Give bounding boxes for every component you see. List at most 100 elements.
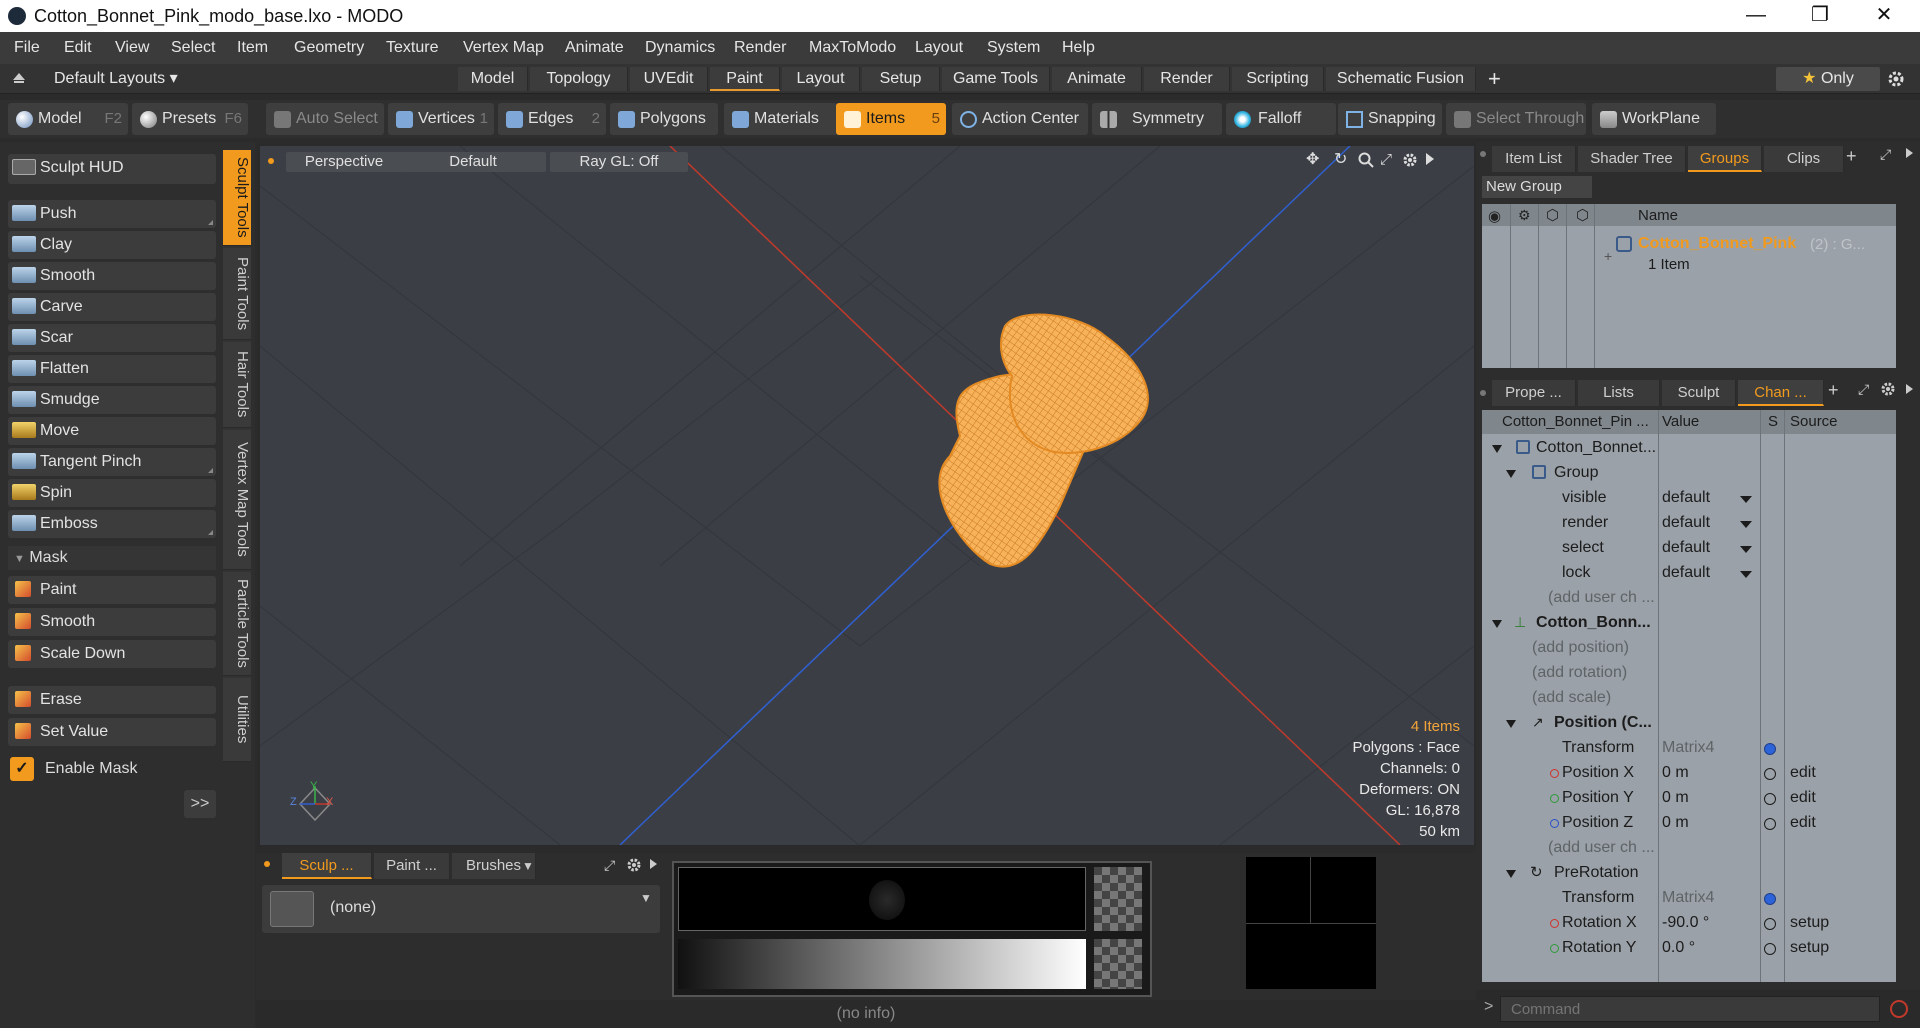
mask-tool-erase[interactable]: Erase	[8, 686, 216, 714]
tab-vertex-map-tools[interactable]: Vertex Map Tools	[223, 430, 251, 570]
channel-value[interactable]: 0 m	[1662, 789, 1689, 807]
materials-button[interactable]: Materials	[724, 103, 838, 135]
mask-section-header[interactable]: ▼ Mask	[8, 546, 216, 570]
tab-uvedit[interactable]: UVEdit	[630, 67, 708, 91]
group-row[interactable]: + Cotton_Bonnet_Pink (2) : G... 1 Item	[1598, 234, 1888, 278]
channel-row-position-z[interactable]: Position Z 0 m edit	[1484, 811, 1894, 836]
select-icon[interactable]: ⬡	[1576, 206, 1589, 224]
model-button[interactable]: Model F2	[8, 103, 128, 135]
tool-smudge[interactable]: Smudge	[8, 386, 216, 414]
channel-row-item[interactable]: Cotton_Bonnet...	[1484, 436, 1894, 461]
menu-dynamics[interactable]: Dynamics	[645, 39, 715, 57]
menu-layout[interactable]: Layout	[915, 39, 963, 57]
channel-row-add-user[interactable]: (add user ch ...	[1484, 586, 1894, 611]
tab-game-tools[interactable]: Game Tools	[942, 67, 1050, 91]
menu-render[interactable]: Render	[734, 39, 786, 57]
mask-tool-set-value[interactable]: Set Value	[8, 718, 216, 746]
channel-row-rotation-y[interactable]: Rotation Y 0.0 ° setup	[1484, 936, 1894, 961]
brush-preset-selector[interactable]: (none) ▼	[262, 885, 660, 933]
tab-hair-tools[interactable]: Hair Tools	[223, 342, 251, 428]
tab-paint-tools[interactable]: Paint Tools	[223, 248, 251, 340]
maximize-button[interactable]: ❐	[1790, 0, 1850, 32]
dropdown-arrow-icon[interactable]	[1740, 496, 1752, 503]
menu-file[interactable]: File	[14, 39, 40, 57]
tab-layout[interactable]: Layout	[782, 67, 860, 91]
tab-setup[interactable]: Setup	[862, 67, 940, 91]
channel-row-transform[interactable]: Transform Matrix4	[1484, 736, 1894, 761]
eye-icon[interactable]: ◉	[1488, 207, 1501, 225]
tab-clips[interactable]: Clips	[1764, 146, 1844, 172]
play-arrow-icon[interactable]	[1426, 153, 1434, 165]
channel-row-position-y[interactable]: Position Y 0 m edit	[1484, 786, 1894, 811]
tab-channels[interactable]: Chan ...	[1738, 380, 1824, 406]
menu-edit[interactable]: Edit	[64, 39, 92, 57]
menu-maxtomodo[interactable]: MaxToModo	[809, 39, 896, 57]
snapping-button[interactable]: Snapping	[1338, 103, 1442, 135]
tool-carve[interactable]: Carve	[8, 293, 216, 321]
channel-row-position-x[interactable]: Position X 0 m edit	[1484, 761, 1894, 786]
menu-texture[interactable]: Texture	[386, 39, 438, 57]
channel-value[interactable]: 0 m	[1662, 814, 1689, 832]
channel-value[interactable]: default	[1662, 564, 1710, 582]
channel-row-render[interactable]: render default	[1484, 511, 1894, 536]
panel-menu-arrow-icon[interactable]	[1906, 148, 1913, 158]
record-icon[interactable]	[1890, 1000, 1908, 1018]
tab-render[interactable]: Render	[1144, 67, 1230, 91]
mask-tool-smooth[interactable]: Smooth	[8, 608, 216, 636]
tab-dropdown-icon[interactable]: ▼	[522, 859, 534, 873]
add-panel-tab-icon[interactable]: +	[1828, 380, 1839, 401]
channel-value[interactable]: 0 m	[1662, 764, 1689, 782]
channel-row-add-user-2[interactable]: (add user ch ...	[1484, 836, 1894, 861]
edges-button[interactable]: Edges 2	[498, 103, 606, 135]
mask-tool-scale-down[interactable]: Scale Down	[8, 640, 216, 668]
new-group-button[interactable]: New Group	[1482, 176, 1592, 198]
tab-shader-tree[interactable]: Shader Tree	[1578, 146, 1686, 172]
tool-tangent-pinch[interactable]: Tangent Pinch	[8, 448, 216, 476]
menu-help[interactable]: Help	[1062, 39, 1095, 57]
menu-system[interactable]: System	[987, 39, 1040, 57]
link-gear-icon[interactable]	[1764, 743, 1776, 755]
channel-row-locator[interactable]: ⊥ Cotton_Bonn...	[1484, 611, 1894, 636]
channel-row-lock[interactable]: lock default	[1484, 561, 1894, 586]
link-gear-icon[interactable]	[1764, 893, 1776, 905]
state-circle-icon[interactable]	[1764, 768, 1776, 780]
mask-tool-paint[interactable]: Paint	[8, 576, 216, 604]
viewport-settings-gear-icon[interactable]	[1402, 152, 1418, 168]
alpha-checker-thumb-2[interactable]	[1094, 939, 1142, 989]
collapse-icon[interactable]	[12, 71, 26, 85]
channel-value[interactable]: default	[1662, 489, 1710, 507]
menu-vertex-map[interactable]: Vertex Map	[463, 39, 544, 57]
dropdown-arrow-icon[interactable]	[1740, 521, 1752, 528]
auto-select-button[interactable]: Auto Select	[266, 103, 384, 135]
panel-menu-arrow-icon[interactable]	[650, 859, 657, 869]
panel-expand-icon[interactable]: ⤢	[1880, 146, 1891, 163]
minimize-button[interactable]: —	[1726, 0, 1786, 32]
tool-push[interactable]: Push	[8, 200, 216, 228]
menu-item[interactable]: Item	[237, 39, 268, 57]
tab-schematic-fusion[interactable]: Schematic Fusion	[1326, 67, 1476, 91]
tab-model[interactable]: Model	[458, 67, 528, 91]
tab-scripting[interactable]: Scripting	[1232, 67, 1324, 91]
state-circle-icon[interactable]	[1764, 793, 1776, 805]
channel-row-prerotation[interactable]: ↻ PreRotation	[1484, 861, 1894, 886]
tool-clay[interactable]: Clay	[8, 231, 216, 259]
channel-row-add-rotation[interactable]: (add rotation)	[1484, 661, 1894, 686]
action-center-button[interactable]: Action Center	[952, 103, 1088, 135]
gear-icon[interactable]	[1886, 69, 1906, 89]
alpha-checker-thumb[interactable]	[1094, 867, 1142, 931]
items-button[interactable]: Items 5	[836, 103, 946, 135]
panel-gear-icon[interactable]	[1880, 381, 1896, 397]
tool-scar[interactable]: Scar	[8, 324, 216, 352]
channel-value[interactable]: default	[1662, 514, 1710, 532]
channel-row-position[interactable]: ↗ Position (C...	[1484, 711, 1894, 736]
tab-paint-brush[interactable]: Paint ...	[374, 853, 450, 879]
maximize-view-icon[interactable]: ⤢	[1380, 152, 1396, 168]
3d-viewport[interactable]: Y X Z Perspective Default Ray GL: Off ✥ …	[258, 144, 1476, 847]
tab-sculpt-brush[interactable]: Sculp ...	[282, 853, 372, 879]
tool-spin[interactable]: Spin	[8, 479, 216, 507]
shading-dropdown[interactable]: Default	[400, 152, 546, 172]
falloff-button[interactable]: Falloff	[1226, 103, 1336, 135]
enable-mask-checkbox[interactable]: ✓ Enable Mask	[8, 754, 216, 784]
add-panel-tab-icon[interactable]: +	[1846, 146, 1857, 167]
channel-value[interactable]: default	[1662, 539, 1710, 557]
